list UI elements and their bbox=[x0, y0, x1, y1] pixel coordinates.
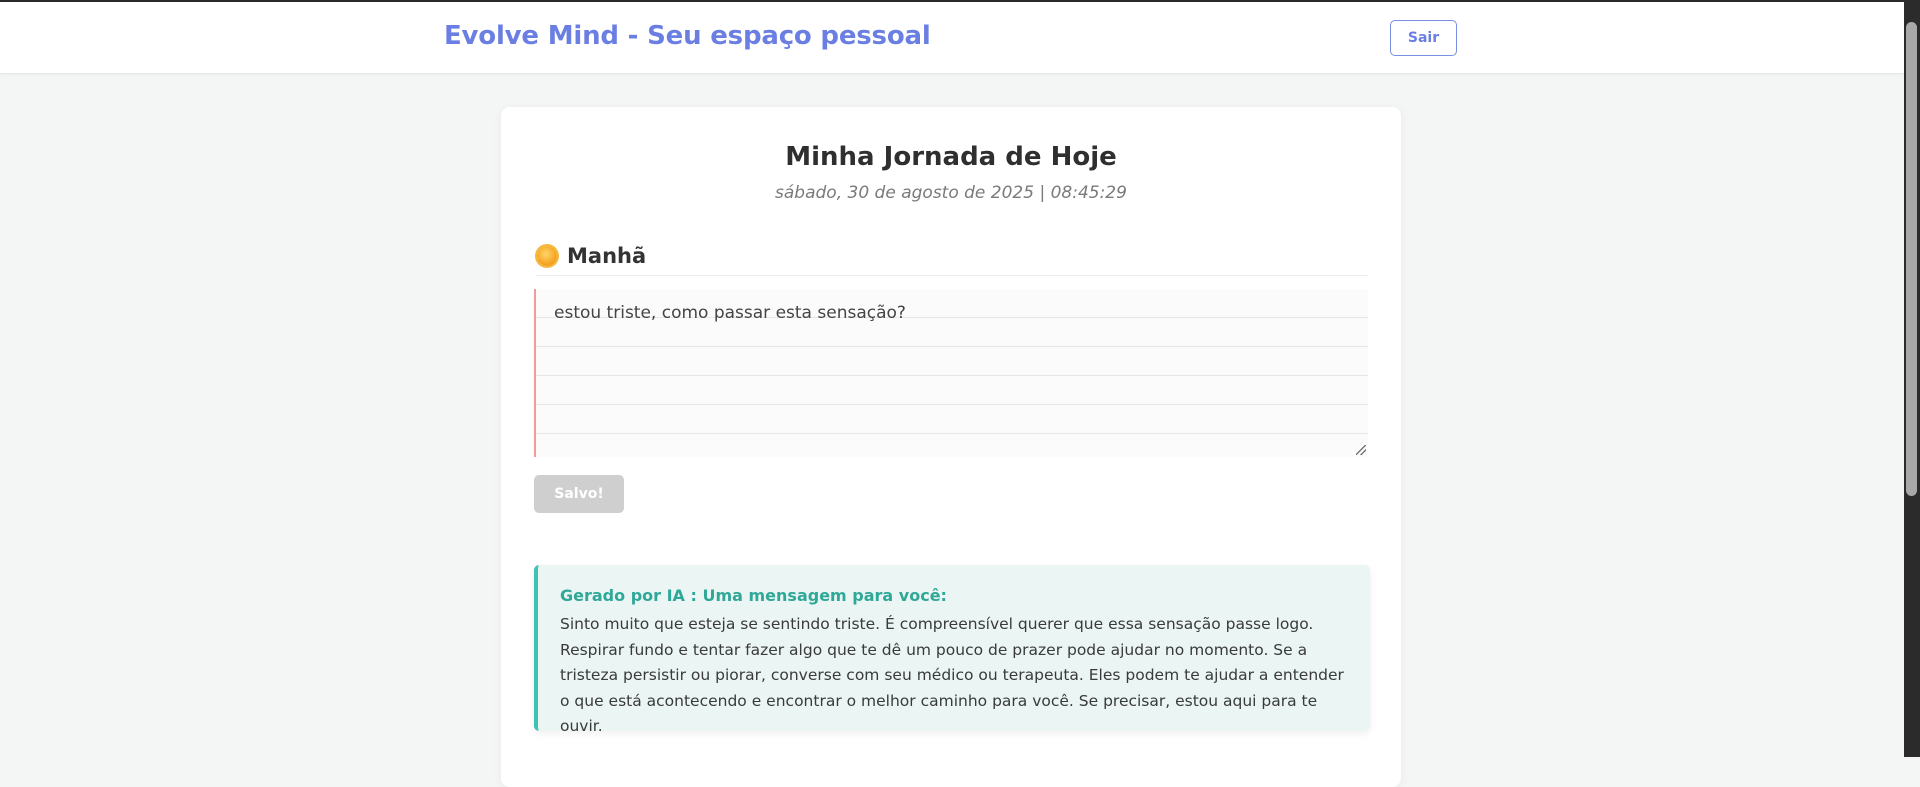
ai-message-title: Gerado por IA : Uma mensagem para você: bbox=[560, 586, 947, 605]
resize-handle-icon[interactable] bbox=[1356, 445, 1366, 455]
ai-message-box: Gerado por IA : Uma mensagem para você: … bbox=[534, 565, 1370, 735]
page-title: Minha Jornada de Hoje bbox=[785, 142, 1117, 172]
journal-entry-text[interactable]: estou triste, como passar esta sensação? bbox=[554, 303, 906, 323]
section-title: Manhã bbox=[567, 244, 647, 268]
top-bar: Evolve Mind - Seu espaço pessoal Sair bbox=[0, 2, 1904, 74]
date-time: sábado, 30 de agosto de 2025 | 08:45:29 bbox=[775, 183, 1127, 203]
save-button[interactable]: Salvo! bbox=[534, 475, 624, 513]
morning-section-header: Manhã bbox=[536, 243, 1368, 276]
scrollbar-thumb[interactable] bbox=[1906, 22, 1917, 496]
journal-entry-textarea[interactable]: estou triste, como passar esta sensação? bbox=[534, 289, 1368, 457]
journal-card: Minha Jornada de Hoje sábado, 30 de agos… bbox=[501, 107, 1401, 787]
logout-button[interactable]: Sair bbox=[1390, 20, 1457, 56]
ai-message-body: Sinto muito que esteja se sentindo trist… bbox=[560, 615, 1344, 735]
app-title: Evolve Mind - Seu espaço pessoal bbox=[444, 21, 931, 51]
sun-icon bbox=[537, 246, 557, 266]
